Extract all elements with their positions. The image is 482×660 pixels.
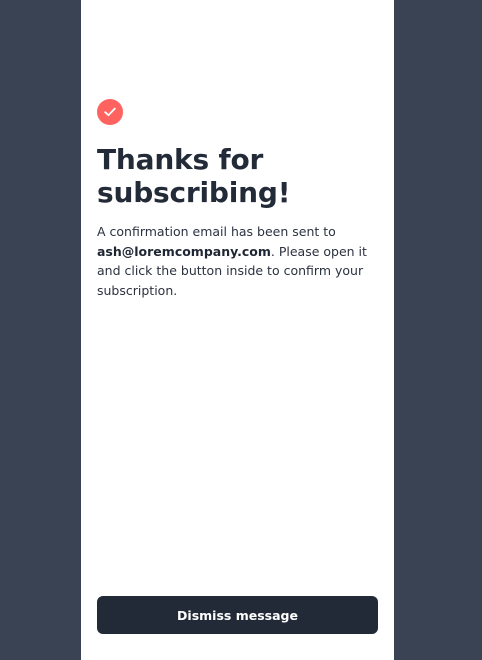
message-text-before-email: A confirmation email has been sent to	[97, 224, 336, 239]
dismiss-message-button[interactable]: Dismiss message	[97, 596, 378, 634]
email-address: ash@loremcompany.com	[97, 243, 271, 259]
success-card: Thanks for subscribing! A confirmation e…	[81, 0, 394, 660]
check-circle-icon	[97, 99, 123, 125]
page-background: Thanks for subscribing! A confirmation e…	[0, 0, 482, 660]
confirmation-message: A confirmation email has been sent to as…	[97, 222, 382, 300]
page-title: Thanks for subscribing!	[97, 143, 291, 209]
